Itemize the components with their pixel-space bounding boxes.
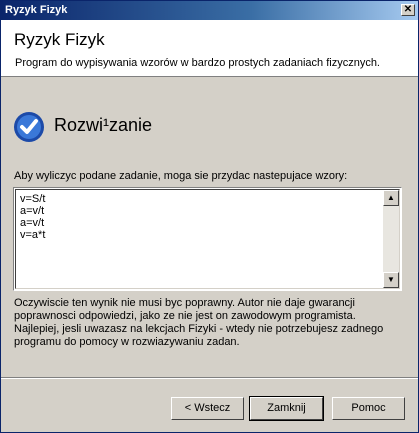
help-button[interactable]: Pomoc	[332, 397, 405, 420]
section-title: Rozwi¹zanie	[54, 115, 153, 135]
vertical-scrollbar[interactable]: ▲ ▼	[383, 190, 399, 288]
disclaimer-text: Oczywiscie ten wynik nie musi byc popraw…	[14, 297, 409, 349]
header-subtitle: Program do wypisywania wzorów w bardzo p…	[15, 57, 380, 69]
back-button[interactable]: < Wstecz	[171, 397, 244, 420]
window-title: Ryzyk Fizyk	[5, 4, 68, 16]
disclaimer-line: programu do pomocy w rozwiazywaniu zadan…	[14, 336, 240, 348]
footer-divider	[1, 377, 418, 379]
check-icon	[14, 112, 44, 142]
formulas-list: v=S/t a=v/t a=v/t v=a*t	[20, 193, 45, 241]
wizard-header: Ryzyk Fizyk Program do wypisywania wzoró…	[1, 20, 418, 77]
formulas-description: Aby wyliczyc podane zadanie, moga sie pr…	[14, 170, 348, 182]
scroll-down-icon[interactable]: ▼	[383, 272, 399, 288]
close-button[interactable]: Zamknij	[249, 396, 324, 421]
disclaimer-line: poprawnosci odpowiedzi, jako ze nie jest…	[14, 310, 356, 322]
title-bar[interactable]: Ryzyk Fizyk ✕	[1, 1, 418, 20]
disclaimer-line: Najlepiej, jesli uwazasz na lekcjach Fiz…	[14, 323, 384, 335]
scroll-up-icon[interactable]: ▲	[383, 190, 399, 206]
disclaimer-line: Oczywiscie ten wynik nie musi byc popraw…	[14, 297, 355, 309]
formula-line: v=S/t	[20, 193, 46, 205]
close-window-button[interactable]: ✕	[401, 4, 415, 16]
formula-line: a=v/t	[20, 205, 45, 217]
section-heading: Rozwi¹zanie	[13, 111, 313, 147]
dialog-window: Ryzyk Fizyk ✕ Ryzyk Fizyk Program do wyp…	[0, 0, 419, 433]
formula-line: v=a*t	[20, 229, 46, 241]
formulas-textbox-inner: v=S/t a=v/t a=v/t v=a*t ▲ ▼	[15, 189, 400, 289]
formulas-textbox[interactable]: v=S/t a=v/t a=v/t v=a*t ▲ ▼	[13, 187, 402, 291]
formula-line: a=v/t	[20, 217, 45, 229]
header-title: Ryzyk Fizyk	[14, 30, 105, 49]
